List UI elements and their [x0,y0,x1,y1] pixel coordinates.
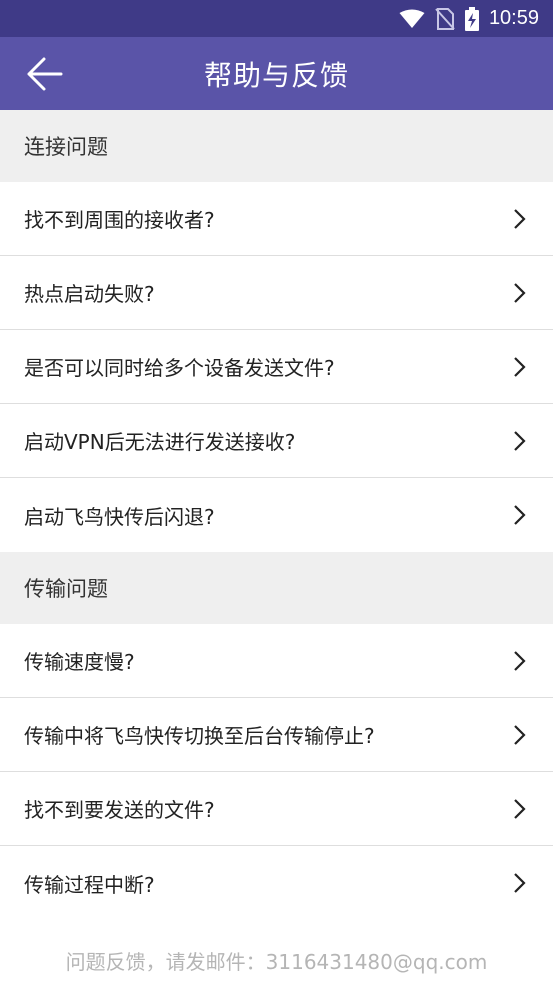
status-time: 10:59 [488,7,539,29]
page-title: 帮助与反馈 [203,58,349,92]
chevron-right-icon [514,798,526,819]
faq-item-label: 启动VPN后无法进行发送接收? [24,430,296,454]
faq-item-label: 启动飞鸟快传后闪退? [24,504,215,529]
section-header: 连接问题 [0,110,553,182]
faq-list: 找不到周围的接收者? 热点启动失败? 是否可以同时给多个设备发送文件? 启动VP… [0,182,553,552]
faq-item[interactable]: 启动VPN后无法进行发送接收? [0,404,553,478]
chevron-right-icon [514,505,526,525]
wifi-icon [399,9,425,28]
faq-item[interactable]: 是否可以同时给多个设备发送文件? [0,330,553,404]
chevron-right-icon [514,208,526,229]
faq-item-label: 热点启动失败? [24,282,155,306]
faq-list: 传输速度慢? 传输中将飞鸟快传切换至后台传输停止? 找不到要发送的文件? 传输过… [0,624,553,920]
faq-item[interactable]: 找不到周围的接收者? [0,182,553,256]
faq-item-label: 找不到周围的接收者? [24,208,215,232]
faq-item-label: 是否可以同时给多个设备发送文件? [24,356,335,380]
feedback-footer: 问题反馈，请发邮件：3116431480@qq.com [65,950,488,974]
chevron-right-icon [514,430,526,451]
chevron-right-icon [514,356,526,377]
status-bar: 10:59 [0,0,553,37]
chevron-right-icon [514,282,526,303]
faq-item-label: 找不到要发送的文件? [24,798,215,822]
section-transfer: 传输问题 传输速度慢? 传输中将飞鸟快传切换至后台传输停止? 找不到要发送的文件… [0,552,553,920]
chevron-right-icon [514,873,526,893]
section-header: 传输问题 [0,552,553,624]
faq-item-label: 传输中将飞鸟快传切换至后台传输停止? [24,724,375,748]
faq-item-label: 传输过程中断? [24,872,155,897]
faq-item[interactable]: 启动飞鸟快传后闪退? [0,478,553,552]
faq-item[interactable]: 找不到要发送的文件? [0,772,553,846]
faq-item[interactable]: 传输速度慢? [0,624,553,698]
battery-charging-icon [464,6,479,31]
chevron-right-icon [514,724,526,745]
section-connection: 连接问题 找不到周围的接收者? 热点启动失败? 是否可以同时给多个设备发送文件?… [0,110,553,552]
faq-item[interactable]: 热点启动失败? [0,256,553,330]
faq-item[interactable]: 传输过程中断? [0,846,553,920]
no-sim-icon [435,7,455,30]
back-arrow-icon[interactable] [24,55,64,93]
faq-item[interactable]: 传输中将飞鸟快传切换至后台传输停止? [0,698,553,772]
faq-item-label: 传输速度慢? [24,650,135,674]
chevron-right-icon [514,650,526,671]
app-bar: 帮助与反馈 [0,37,553,110]
